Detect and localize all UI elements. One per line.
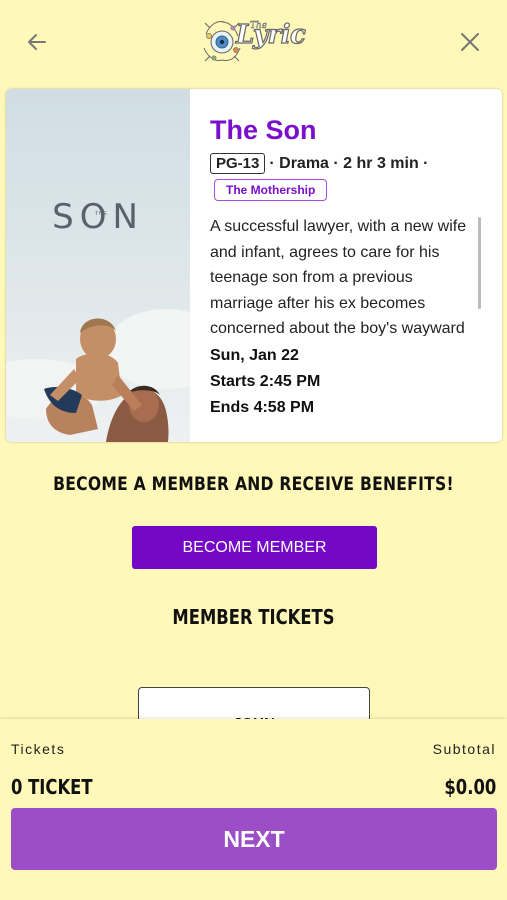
top-bar: The Lyric: [0, 0, 507, 86]
subtotal-label: Subtotal: [432, 741, 496, 757]
tickets-label: Tickets: [11, 741, 66, 757]
movie-title: The Son: [210, 115, 317, 145]
poster-the: THE: [95, 211, 108, 217]
member-tickets-heading: MEMBER TICKETS: [172, 605, 335, 629]
showtime-start: Starts 2:45 PM: [210, 373, 321, 390]
venue-badge: The Mothership: [214, 179, 328, 201]
movie-info: The Son PG-13 · Drama · 2 hr 3 min · The…: [210, 89, 494, 442]
logo-text: Lyric: [235, 19, 306, 50]
the-lyric-logo: The Lyric: [200, 14, 310, 70]
movie-description: A successful lawyer, with a new wife and…: [210, 218, 467, 336]
close-button[interactable]: [455, 27, 485, 57]
description-scroll-area[interactable]: A successful lawyer, with a new wife and…: [210, 214, 480, 336]
poster-title: SON: [52, 197, 144, 237]
rating-badge: PG-13: [210, 153, 266, 174]
movie-poster: SON THE: [6, 89, 190, 442]
checkout-footer: Tickets Subtotal 0 TICKET $0.00 NEXT: [0, 719, 507, 900]
become-member-button[interactable]: BECOME MEMBER: [132, 526, 377, 569]
poster-image: [6, 89, 190, 442]
movie-meta: PG-13 · Drama · 2 hr 3 min ·: [210, 153, 429, 174]
genre-runtime: · Drama · 2 hr 3 min ·: [269, 154, 429, 172]
back-button[interactable]: [22, 27, 52, 57]
ticket-count: 0 TICKET: [11, 775, 93, 799]
showtime-date: Sun, Jan 22: [210, 347, 299, 364]
showtime-end: Ends 4:58 PM: [210, 399, 315, 416]
arrow-left-icon: [28, 34, 46, 50]
movie-card: SON THE The Son PG-13 · Drama · 2 hr 3 m…: [6, 89, 502, 442]
subtotal-value: $0.00: [444, 775, 496, 799]
membership-heading: BECOME A MEMBER AND RECEIVE BENEFITS!: [53, 473, 454, 495]
description-scrollbar[interactable]: [478, 217, 481, 309]
close-icon: [461, 33, 479, 51]
next-button[interactable]: NEXT: [11, 808, 497, 870]
